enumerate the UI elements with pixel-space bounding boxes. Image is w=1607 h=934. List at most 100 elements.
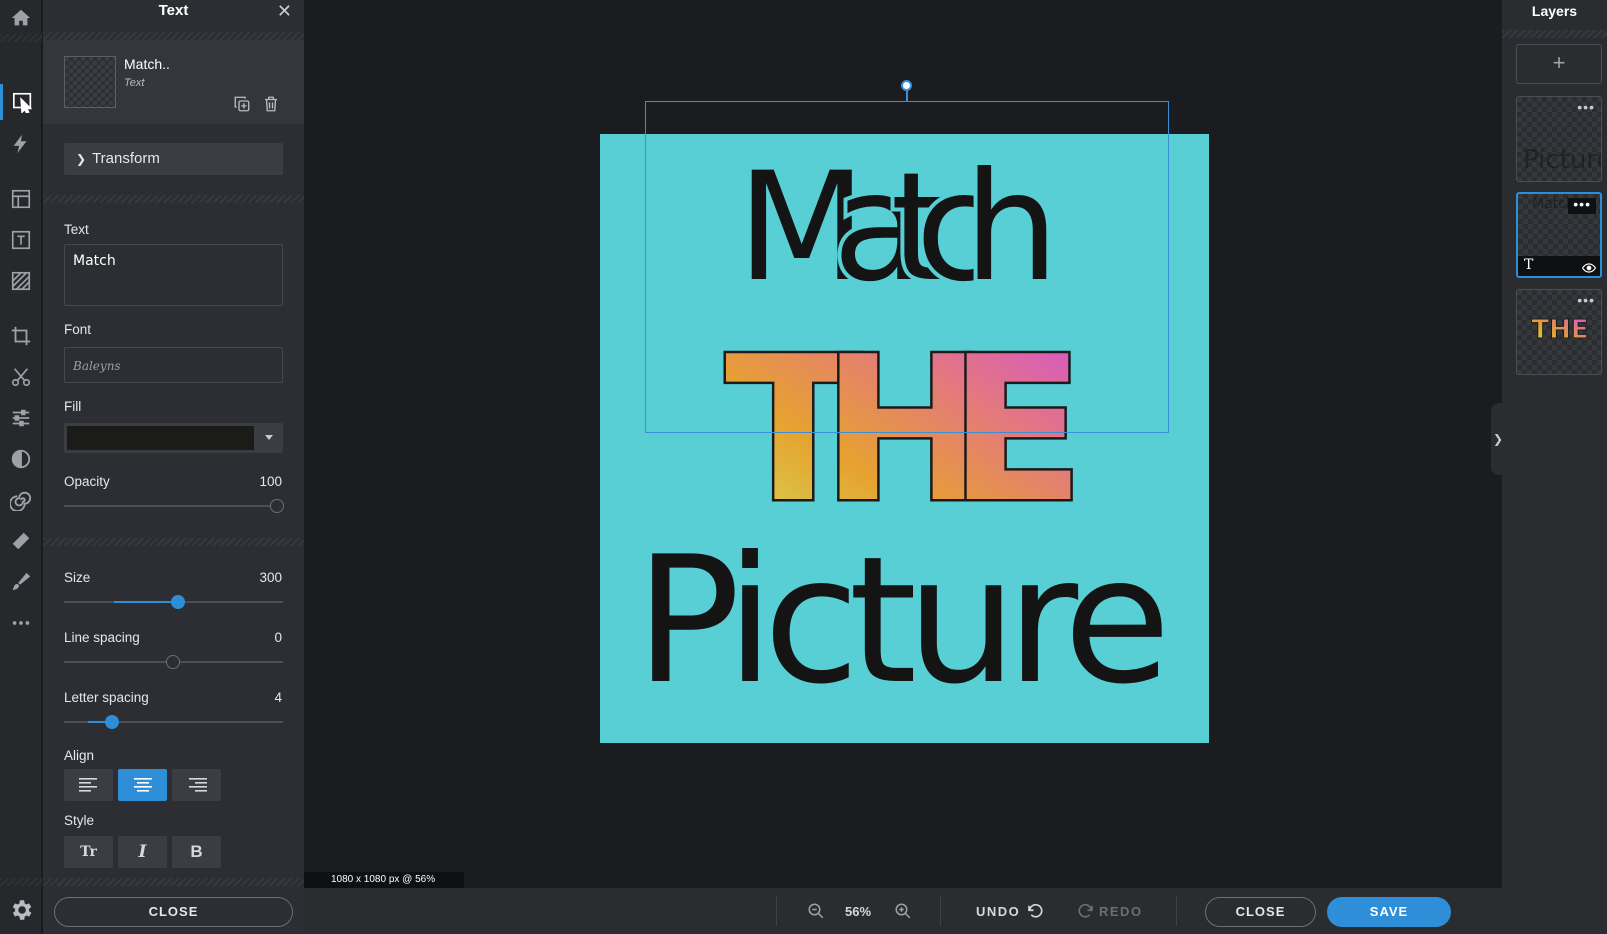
style-label: Style <box>64 813 95 828</box>
select-icon[interactable] <box>0 84 42 120</box>
fill-swatch <box>67 426 254 450</box>
transform-label: Transform <box>92 150 160 167</box>
bottom-bar: 56% UNDO REDO CLOSE SAVE <box>304 888 1502 934</box>
layer-name: Match.. <box>124 56 170 72</box>
layer-preview-text: Match <box>1532 196 1575 212</box>
close-button[interactable]: CLOSE <box>1205 897 1316 927</box>
eye-icon[interactable] <box>1581 260 1597 273</box>
bar-divider <box>940 896 941 926</box>
bar-divider <box>776 896 777 926</box>
size-value: 300 <box>259 570 282 585</box>
size-label: Size <box>64 570 91 585</box>
undo-label: UNDO <box>976 903 1021 919</box>
opacity-value: 100 <box>259 474 282 489</box>
zoom-out-icon[interactable] <box>807 888 825 934</box>
tool-rail <box>0 0 42 934</box>
layer-preview: THE <box>1531 315 1589 346</box>
panel-divider <box>43 32 304 40</box>
layers-panel: Layers + ••• Picture ••• Match T ••• THE <box>1502 0 1607 934</box>
layers-title: Layers <box>1531 3 1578 19</box>
text-panel: Text ✕ Match.. Text ❯ Transform Text Matc… <box>43 0 304 934</box>
settings-icon[interactable] <box>8 897 34 923</box>
close-icon[interactable]: ✕ <box>277 2 292 20</box>
filters-icon[interactable] <box>0 441 42 477</box>
canvas-area: Match THE Picture 1080 x 1080 px @ 56% <box>304 0 1502 888</box>
layer-thumb-match[interactable]: ••• Match T <box>1516 192 1602 278</box>
layer-card: Match.. Text <box>43 40 304 124</box>
bold-button[interactable]: B <box>172 836 221 868</box>
more-icon[interactable] <box>0 605 42 641</box>
canvas-text-picture[interactable]: Picture <box>635 520 1175 723</box>
layer-thumb-picture[interactable]: ••• Picture <box>1516 96 1602 182</box>
selection-box[interactable] <box>645 101 1169 433</box>
more-icon[interactable]: ••• <box>1577 100 1595 114</box>
home-icon[interactable] <box>0 0 42 36</box>
slider-knob[interactable] <box>105 715 119 729</box>
rotate-handle[interactable] <box>901 80 912 91</box>
align-center-button[interactable] <box>118 769 167 801</box>
line-spacing-value: 0 <box>274 630 282 645</box>
slider-knob[interactable] <box>166 655 180 669</box>
transform-button[interactable]: ❯ Transform <box>64 143 283 175</box>
slider-knob[interactable] <box>270 499 284 513</box>
fill-label: Fill <box>64 399 82 414</box>
adjust-icon[interactable] <box>0 400 42 436</box>
panel-title: Text <box>158 2 189 19</box>
crop-icon[interactable] <box>0 318 42 354</box>
font-select[interactable]: Baleyns <box>64 347 283 383</box>
panel-divider <box>43 878 304 886</box>
align-right-button[interactable] <box>172 769 221 801</box>
align-right-icon <box>188 778 207 792</box>
letter-spacing-slider[interactable] <box>64 714 283 730</box>
text-label: Text <box>64 222 89 237</box>
fill-color-picker[interactable] <box>64 423 283 453</box>
effects-icon[interactable] <box>0 482 42 518</box>
text-case-button[interactable]: Tr <box>64 836 113 868</box>
draw-icon[interactable] <box>0 564 42 600</box>
trash-icon[interactable] <box>260 93 282 115</box>
zoom-level: 56% <box>845 903 872 919</box>
layer-thumb-the[interactable]: ••• THE <box>1516 289 1602 375</box>
opacity-slider[interactable] <box>64 498 284 514</box>
font-label: Font <box>64 322 92 337</box>
slider-knob[interactable] <box>171 595 185 609</box>
align-label: Align <box>64 748 95 763</box>
align-left-icon <box>78 778 97 792</box>
rail-divider <box>0 34 42 42</box>
add-layer-button[interactable]: + <box>1516 44 1602 84</box>
layer-footer: T <box>1518 256 1600 276</box>
panel-divider <box>1502 30 1607 38</box>
align-left-button[interactable] <box>64 769 113 801</box>
canvas-size-info: 1080 x 1080 px @ 56% <box>304 872 464 888</box>
zoom-in-icon[interactable] <box>894 888 912 934</box>
text-layer-icon: T <box>1524 257 1534 273</box>
retouch-icon[interactable] <box>0 523 42 559</box>
text-input[interactable]: Match <box>64 244 283 306</box>
cutout-icon[interactable] <box>0 359 42 395</box>
redo-icon <box>1078 903 1093 918</box>
bar-divider <box>1176 896 1177 926</box>
undo-button[interactable]: UNDO <box>976 888 1044 934</box>
letter-spacing-value: 4 <box>274 690 282 705</box>
letter-spacing-label: Letter spacing <box>64 690 149 705</box>
redo-button[interactable]: REDO <box>1077 888 1143 934</box>
chevron-down-icon <box>265 435 273 440</box>
texture-icon[interactable] <box>0 263 42 299</box>
panel-close-button[interactable]: CLOSE <box>54 897 293 927</box>
chevron-right-icon: ❯ <box>76 152 87 166</box>
size-slider[interactable] <box>64 594 283 610</box>
opacity-label: Opacity <box>64 474 110 489</box>
line-spacing-slider[interactable] <box>64 654 283 670</box>
quick-actions-icon[interactable] <box>0 126 42 162</box>
undo-icon <box>1028 903 1043 918</box>
italic-button[interactable]: I <box>118 836 167 868</box>
text-icon[interactable] <box>0 222 42 258</box>
line-spacing-label: Line spacing <box>64 630 140 645</box>
save-button[interactable]: SAVE <box>1327 897 1451 927</box>
panel-divider <box>43 195 304 203</box>
layer-preview-text: Picture <box>1523 145 1601 175</box>
templates-icon[interactable] <box>0 181 42 217</box>
duplicate-icon[interactable] <box>231 93 253 115</box>
layer-type: Text <box>124 77 145 89</box>
align-center-icon <box>133 778 152 792</box>
